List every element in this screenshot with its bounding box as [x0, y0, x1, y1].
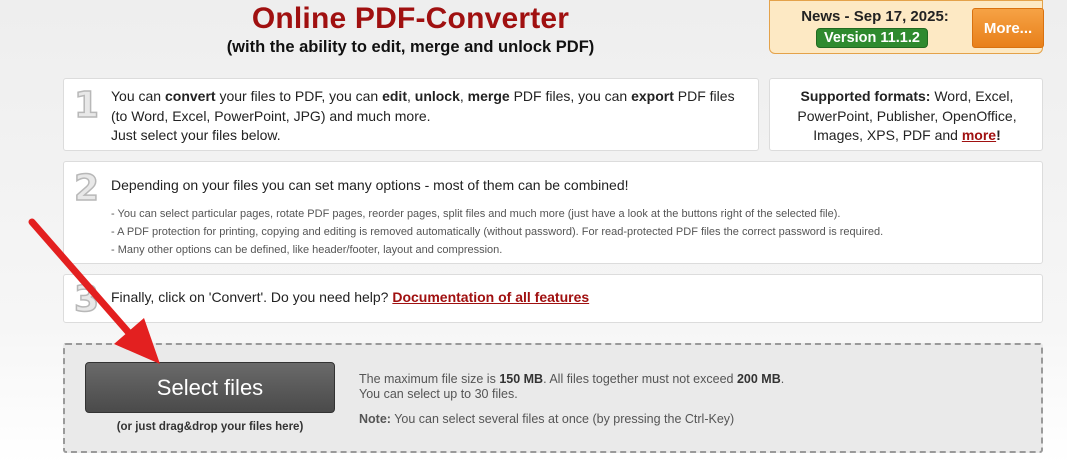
supported-formats-panel: Supported formats: Word, Excel, PowerPoi…: [769, 78, 1043, 151]
max-files-count: You can select up to 30 files.: [359, 387, 518, 401]
step-3-number: 3: [73, 278, 100, 321]
step-2-lead: Depending on your files you can set many…: [111, 177, 629, 193]
file-limits: The maximum file size is 150 MB. All fil…: [359, 372, 784, 402]
step-2-panel: 2 Depending on your files you can set ma…: [63, 161, 1043, 264]
step-1-text-part: ,: [459, 88, 468, 104]
step-3-panel: 3 Finally, click on 'Convert'. Do you ne…: [63, 274, 1043, 323]
drag-drop-hint: (or just drag&drop your files here): [116, 421, 304, 433]
step-1-number: 1: [73, 84, 100, 127]
max-file-size: 150 MB: [499, 372, 544, 386]
step-1-bold-merge: merge: [467, 88, 510, 104]
news-label: News - Sep 17, 2025:: [801, 8, 949, 25]
step-1-panel: 1 You can convert your files to PDF, you…: [63, 78, 759, 151]
step-1-bold-convert: convert: [164, 88, 216, 104]
step-1-text-part: your files to PDF, you can: [215, 88, 383, 104]
page-title: Online PDF-Converter: [251, 2, 570, 35]
note-label: Note:: [359, 412, 391, 426]
multi-select-note: Note: You can select several files at on…: [359, 412, 734, 426]
news-more-button[interactable]: More...: [972, 8, 1044, 48]
step-1-text: You can convert your files to PDF, you c…: [111, 87, 751, 146]
step-3-help-text: Finally, click on 'Convert'. Do you need…: [111, 289, 393, 305]
step-2-notes: - You can select particular pages, rotat…: [111, 205, 1031, 259]
formats-more-link[interactable]: more: [962, 127, 996, 143]
step-2-note: - You can select particular pages, rotat…: [111, 208, 841, 220]
max-total-size: 200 MB: [736, 372, 781, 386]
news-box: News - Sep 17, 2025: Version 11.1.2 More…: [769, 0, 1044, 54]
documentation-link[interactable]: Documentation of all features: [392, 289, 589, 305]
supported-formats-label: Supported formats:: [800, 88, 931, 104]
step-1-bold-unlock: unlock: [414, 88, 460, 104]
file-drop-zone[interactable]: Select files (or just drag&drop your fil…: [63, 343, 1043, 453]
limit-text: .: [780, 372, 785, 386]
limit-text: The maximum file size is: [359, 372, 500, 386]
step-1-text-part: You can: [111, 88, 165, 104]
version-badge[interactable]: Version 11.1.2: [816, 28, 928, 48]
step-2-note: - A PDF protection for printing, copying…: [111, 226, 884, 238]
step-1-bold-export: export: [631, 88, 674, 104]
supported-formats-text: Supported formats: Word, Excel, PowerPoi…: [778, 87, 1036, 146]
step-1-text-part: PDF files, you can: [509, 88, 632, 104]
formats-exclamation: !: [996, 127, 1001, 143]
select-files-button[interactable]: Select files: [85, 362, 335, 413]
page-subtitle: (with the ability to edit, merge and unl…: [226, 38, 595, 56]
note-text: You can select several files at once (by…: [390, 412, 735, 426]
step-2-number: 2: [73, 167, 100, 210]
step-3-text: Finally, click on 'Convert'. Do you need…: [111, 289, 589, 305]
step-1-bold-edit: edit: [382, 88, 407, 104]
step-2-note: - Many other options can be defined, lik…: [111, 244, 503, 256]
step-1-text-part: ,: [406, 88, 415, 104]
limit-text: . All files together must not exceed: [543, 372, 737, 386]
step-1-instruction: Just select your files below.: [111, 127, 281, 143]
